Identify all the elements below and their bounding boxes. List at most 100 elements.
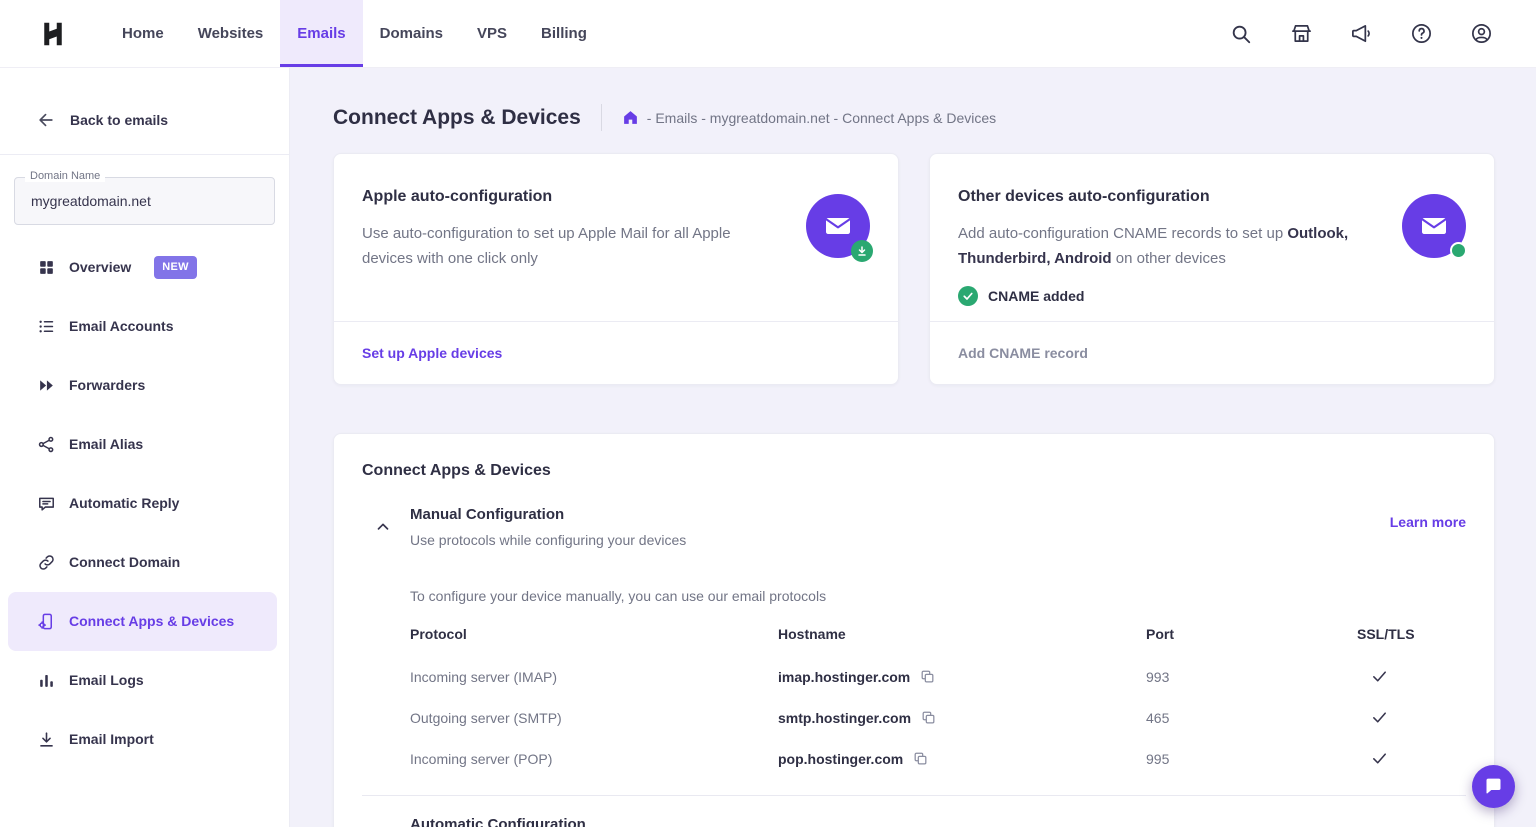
nav-domains[interactable]: Domains: [363, 0, 460, 67]
sidebar-item-email-import[interactable]: Email Import: [8, 710, 277, 769]
ssl-check-icon: [1371, 750, 1388, 767]
ssl-check-icon: [1371, 668, 1388, 685]
sidebar-item-overview[interactable]: Overview NEW: [8, 238, 277, 297]
sidebar-item-connect-domain[interactable]: Connect Domain: [8, 533, 277, 592]
copy-hostname-button[interactable]: [920, 669, 935, 684]
page-header: Connect Apps & Devices - Emails - mygrea…: [333, 68, 1495, 131]
account-icon: [1470, 22, 1493, 45]
nav-emails[interactable]: Emails: [280, 0, 362, 67]
nav-billing[interactable]: Billing: [524, 0, 604, 67]
sidebar-item-label: Automatic Reply: [69, 493, 179, 514]
topbar-icons: [1228, 0, 1536, 67]
sidebar: Back to emails Domain Name mygreatdomain…: [0, 68, 290, 827]
ssl-enabled: [1357, 750, 1466, 767]
sidebar-item-connect-apps-devices[interactable]: Connect Apps & Devices: [8, 592, 277, 651]
domain-name-label: Domain Name: [25, 170, 105, 182]
main-nav: Home Websites Emails Domains VPS Billing: [105, 0, 604, 67]
other-card-title: Other devices auto-configuration: [958, 188, 1374, 206]
help-button[interactable]: [1408, 21, 1434, 47]
sidebar-item-email-accounts[interactable]: Email Accounts: [8, 297, 277, 356]
sidebar-item-email-alias[interactable]: Email Alias: [8, 415, 277, 474]
domain-name-field: Domain Name mygreatdomain.net: [14, 177, 275, 225]
check-circle-icon: [958, 286, 978, 306]
header-divider: [601, 104, 602, 131]
port-value: 995: [1146, 751, 1357, 767]
nav-vps[interactable]: VPS: [460, 0, 524, 67]
learn-more-link[interactable]: Learn more: [1390, 514, 1466, 530]
link-icon: [36, 553, 56, 573]
main-content: Connect Apps & Devices - Emails - mygrea…: [290, 68, 1536, 827]
copy-hostname-button[interactable]: [921, 710, 936, 725]
manual-config-subtitle: Use protocols while configuring your dev…: [410, 532, 1390, 548]
protocol-name: Incoming server (IMAP): [410, 669, 778, 685]
desc-prefix: Add auto-configuration CNAME records to …: [958, 225, 1287, 242]
table-row-pop: Incoming server (POP) pop.hostinger.com …: [410, 738, 1466, 779]
announcements-button[interactable]: [1348, 21, 1374, 47]
manual-config-title: Manual Configuration: [410, 506, 1390, 523]
sidebar-item-label: Overview: [69, 257, 131, 278]
hostinger-logo[interactable]: [0, 0, 105, 67]
envelope-icon: [1418, 210, 1450, 242]
sidebar-item-label: Connect Apps & Devices: [69, 611, 234, 632]
breadcrumb: - Emails - mygreatdomain.net - Connect A…: [622, 109, 996, 126]
other-devices-auto-config-card: Other devices auto-configuration Add aut…: [929, 153, 1495, 385]
col-hostname: Hostname: [778, 626, 1146, 642]
mail-circle-icon: [1402, 194, 1466, 258]
home-icon[interactable]: [622, 109, 639, 126]
download-badge-icon: [851, 240, 873, 262]
bars-icon: [36, 671, 56, 691]
panel-title: Connect Apps & Devices: [362, 462, 1466, 480]
store-button[interactable]: [1288, 21, 1314, 47]
search-icon: [1230, 23, 1252, 45]
sidebar-item-label: Email Alias: [69, 434, 143, 455]
topbar: Home Websites Emails Domains VPS Billing: [0, 0, 1536, 68]
protocol-name: Outgoing server (SMTP): [410, 710, 778, 726]
chat-icon: [36, 494, 56, 514]
automatic-configuration-title: Automatic Configuration: [410, 816, 1466, 827]
copy-hostname-button[interactable]: [913, 751, 928, 766]
sidebar-item-automatic-reply[interactable]: Automatic Reply: [8, 474, 277, 533]
sidebar-item-email-logs[interactable]: Email Logs: [8, 651, 277, 710]
nav-websites[interactable]: Websites: [181, 0, 281, 67]
store-icon: [1290, 22, 1313, 45]
cname-status-text: CNAME added: [988, 288, 1084, 304]
connect-apps-devices-panel: Connect Apps & Devices Manual Configurat…: [333, 433, 1495, 827]
section-divider: [362, 795, 1466, 796]
device-gear-icon: [36, 612, 56, 632]
hostname-value: pop.hostinger.com: [778, 751, 903, 767]
share-icon: [36, 435, 56, 455]
list-icon: [36, 317, 56, 337]
page-title: Connect Apps & Devices: [333, 106, 581, 130]
hostname-value: imap.hostinger.com: [778, 669, 910, 685]
protocols-intro-text: To configure your device manually, you c…: [410, 588, 1466, 604]
sidebar-item-label: Email Logs: [69, 670, 144, 691]
table-row-smtp: Outgoing server (SMTP) smtp.hostinger.co…: [410, 697, 1466, 738]
add-cname-record-button[interactable]: Add CNAME record: [930, 321, 1494, 384]
sidebar-item-forwarders[interactable]: Forwarders: [8, 356, 277, 415]
chevron-up-icon: [374, 518, 392, 536]
port-value: 465: [1146, 710, 1357, 726]
chat-bubble-icon: [1483, 776, 1504, 797]
collapse-section-button[interactable]: [374, 518, 394, 538]
nav-home[interactable]: Home: [105, 0, 181, 67]
megaphone-icon: [1350, 22, 1373, 45]
support-chat-button[interactable]: [1472, 765, 1515, 808]
set-up-apple-devices-button[interactable]: Set up Apple devices: [334, 321, 898, 384]
sidebar-item-label: Email Accounts: [69, 316, 174, 337]
sidebar-item-label: Connect Domain: [69, 552, 180, 573]
breadcrumb-text: - Emails - mygreatdomain.net - Connect A…: [647, 110, 996, 126]
back-to-emails-link[interactable]: Back to emails: [36, 110, 289, 130]
forward-icon: [36, 376, 56, 396]
ssl-enabled: [1357, 709, 1466, 726]
port-value: 993: [1146, 669, 1357, 685]
sidebar-item-label: Email Import: [69, 729, 154, 750]
help-icon: [1410, 22, 1433, 45]
col-protocol: Protocol: [410, 626, 778, 642]
new-badge: NEW: [154, 256, 197, 279]
account-button[interactable]: [1468, 21, 1494, 47]
grid-icon: [36, 258, 56, 278]
search-button[interactable]: [1228, 21, 1254, 47]
envelope-icon: [822, 210, 854, 242]
mail-circle-icon: [806, 194, 870, 258]
green-dot-badge: [1450, 242, 1467, 259]
